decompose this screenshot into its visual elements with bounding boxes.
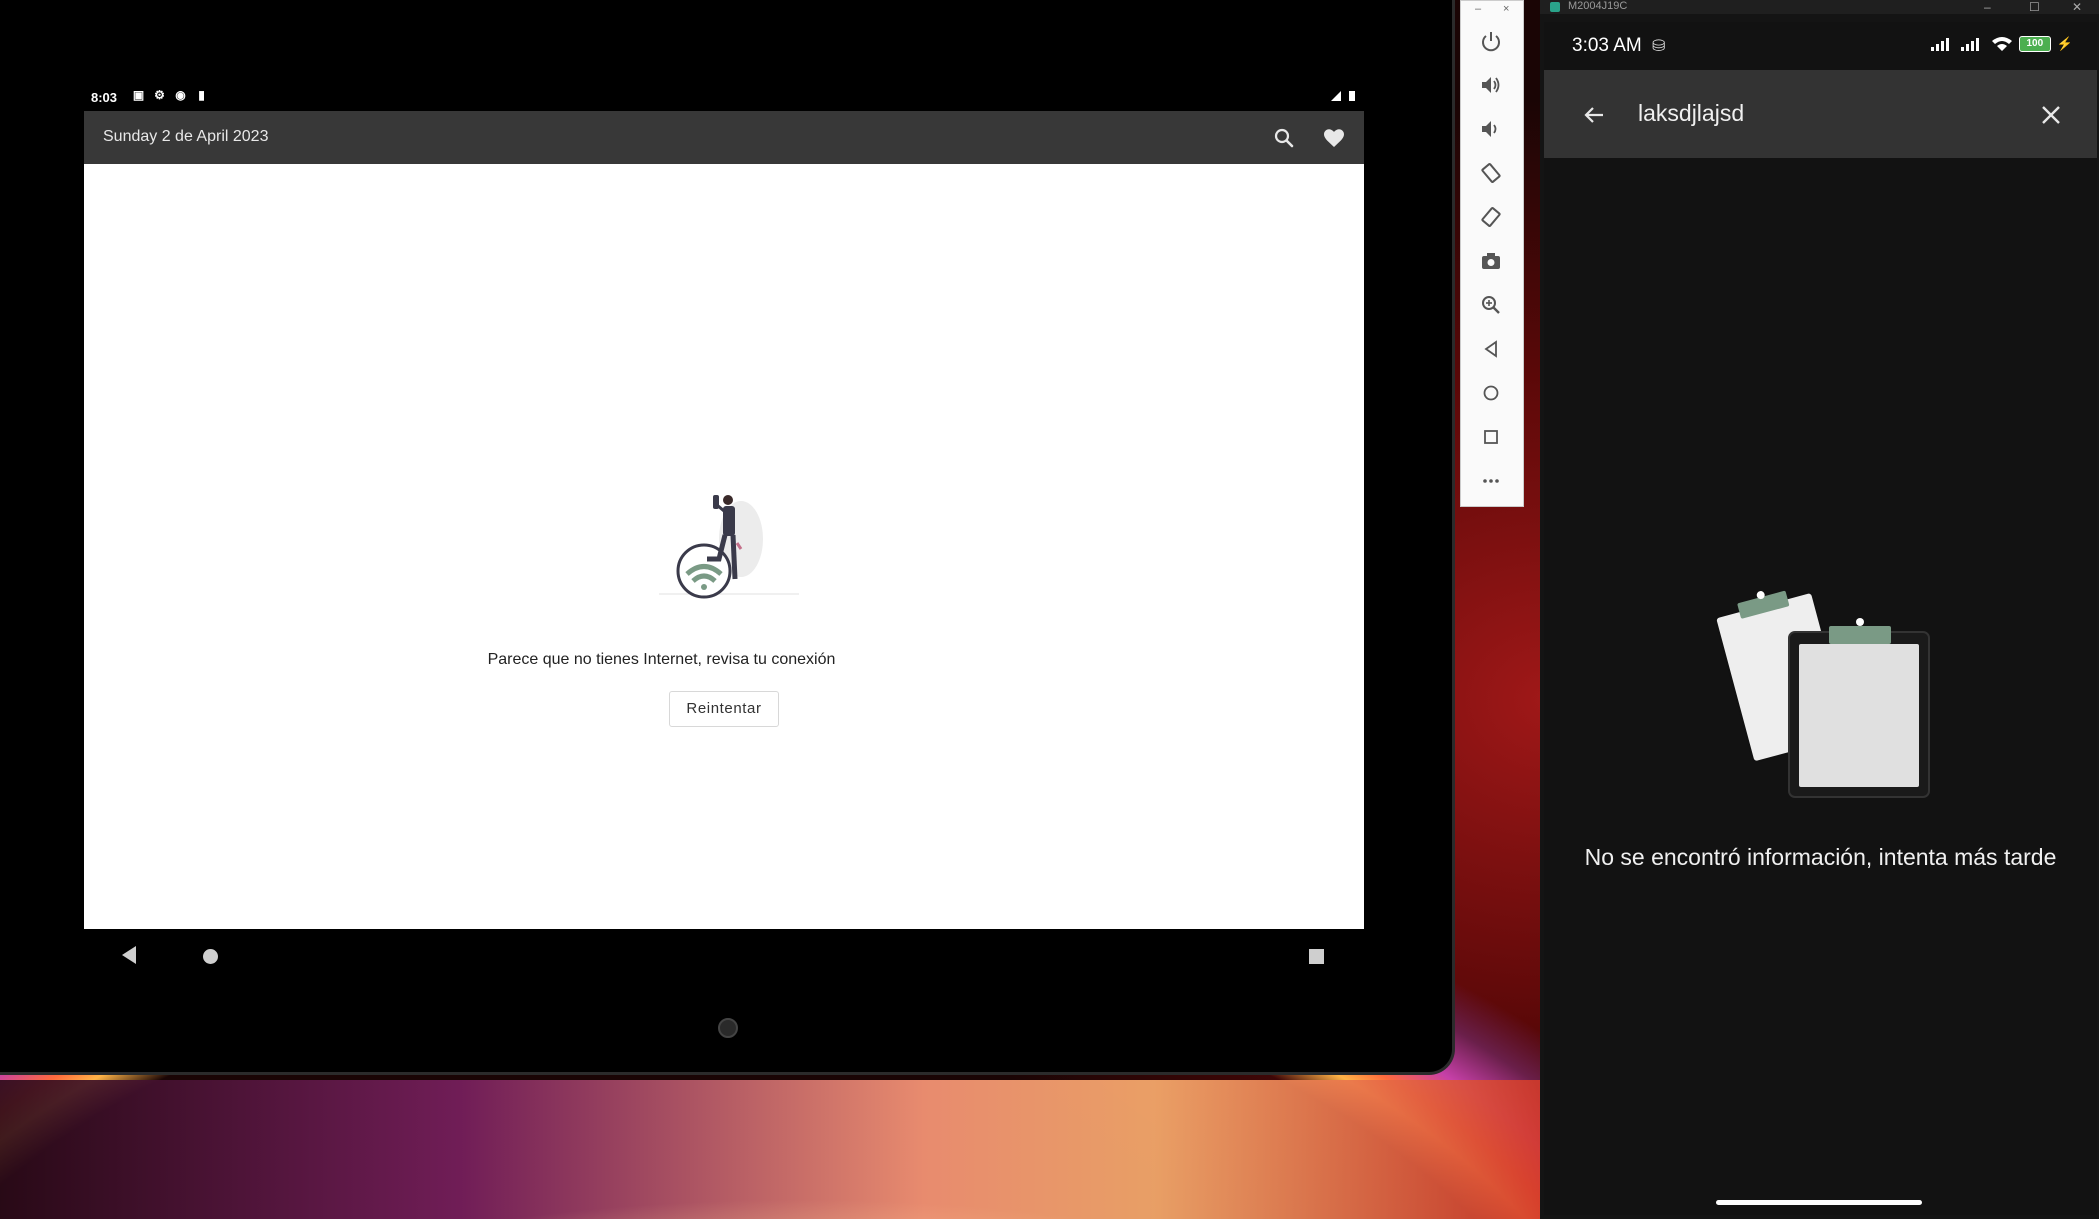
retry-button[interactable]: Reintentar (669, 691, 779, 727)
home-icon[interactable] (1477, 379, 1505, 407)
tablet-status-time: 8:03 (91, 90, 118, 105)
window-minimize-button[interactable]: – (1984, 0, 1991, 14)
tablet-screen: 8:03 ▣ ⚙ ◉ ▮ Sunday 2 de April 2023 Pare… (84, 84, 1364, 984)
notification-circle-icon: ◉ (175, 88, 186, 102)
zoom-icon[interactable] (1477, 291, 1505, 319)
battery-icon (1349, 91, 1355, 101)
emulator-close-button[interactable]: × (1503, 3, 1509, 15)
phone-status-icons: 100 ⚡ (1930, 36, 2073, 52)
emulator-toolbar: – × (1460, 0, 1524, 507)
back-icon[interactable] (1477, 335, 1505, 363)
tablet-status-bar: 8:03 ▣ ⚙ ◉ ▮ (84, 84, 1364, 111)
app-icon (1550, 2, 1560, 12)
camera-icon[interactable] (1477, 247, 1505, 275)
phone-mirror-window: M2004J19C – ☐ ✕ 3:03 AM ⛁ 100 ⚡ laksdjla… (1540, 0, 2099, 1219)
phone-search-bar: laksdjlajsd (1544, 70, 2097, 158)
tablet-notification-icons: ▣ ⚙ ◉ ▮ (132, 89, 208, 102)
power-icon[interactable] (1477, 27, 1505, 55)
search-icon[interactable] (1272, 126, 1296, 150)
volume-down-icon[interactable] (1477, 115, 1505, 143)
tablet-emulator: 8:03 ▣ ⚙ ◉ ▮ Sunday 2 de April 2023 Pare… (0, 0, 1455, 1075)
rotate-left-icon[interactable] (1477, 159, 1505, 187)
phone-window-title: M2004J19C (1568, 0, 1628, 12)
window-maximize-button[interactable]: ☐ (2029, 0, 2040, 14)
arrow-back-icon[interactable] (1580, 101, 1608, 129)
notification-a-icon: ▣ (132, 88, 145, 102)
volume-up-icon[interactable] (1477, 71, 1505, 99)
emulator-minimize-button[interactable]: – (1475, 3, 1481, 15)
tablet-content: Parece que no tienes Internet, revisa tu… (84, 164, 1364, 929)
emulator-toolbar-controls: – × (1461, 3, 1523, 17)
empty-state-message: No se encontró información, intenta más … (1584, 844, 2057, 870)
window-close-button[interactable]: ✕ (2072, 0, 2082, 14)
tablet-app-bar: Sunday 2 de April 2023 (84, 111, 1364, 164)
charging-icon: ⚡ (2056, 36, 2073, 51)
rotate-right-icon[interactable] (1477, 203, 1505, 231)
tablet-camera (718, 1018, 738, 1038)
search-input[interactable]: laksdjlajsd (1638, 100, 1744, 127)
empty-clipboard-illustration (1714, 590, 1930, 798)
phone-screen: 3:03 AM ⛁ 100 ⚡ laksdjlajsd No se encont… (1544, 22, 2097, 1215)
no-internet-message: Parece que no tienes Internet, revisa tu… (487, 651, 836, 668)
nav-home-icon[interactable] (203, 949, 218, 964)
sim-icon: ⛁ (1652, 38, 1666, 55)
more-icon[interactable] (1477, 467, 1505, 495)
overview-icon[interactable] (1477, 423, 1505, 451)
no-internet-illustration (659, 495, 799, 599)
wifi-icon (1991, 37, 2012, 51)
cell-signal-2-icon (1960, 38, 1979, 51)
notification-settings-icon: ⚙ (154, 88, 165, 102)
nav-recents-icon[interactable] (1309, 949, 1324, 964)
battery-icon: 100 (2018, 36, 2051, 52)
nav-back-icon[interactable] (122, 946, 136, 964)
phone-status-time: 3:03 AM (1572, 35, 1642, 56)
favorites-heart-icon[interactable] (1322, 126, 1346, 150)
sd-card-icon: ▮ (198, 88, 205, 102)
page-title: Sunday 2 de April 2023 (103, 128, 269, 145)
phone-window-titlebar: M2004J19C – ☐ ✕ (1540, 0, 2099, 14)
signal-icon (1331, 91, 1341, 101)
tablet-status-right (1330, 90, 1356, 102)
gesture-home-bar[interactable] (1716, 1200, 1922, 1205)
cell-signal-icon (1930, 38, 1949, 51)
tablet-nav-bar (84, 929, 1364, 984)
close-icon[interactable] (2037, 101, 2065, 129)
phone-status-bar: 3:03 AM ⛁ 100 ⚡ (1544, 22, 2097, 70)
wallpaper-highlight (0, 1070, 1540, 1219)
